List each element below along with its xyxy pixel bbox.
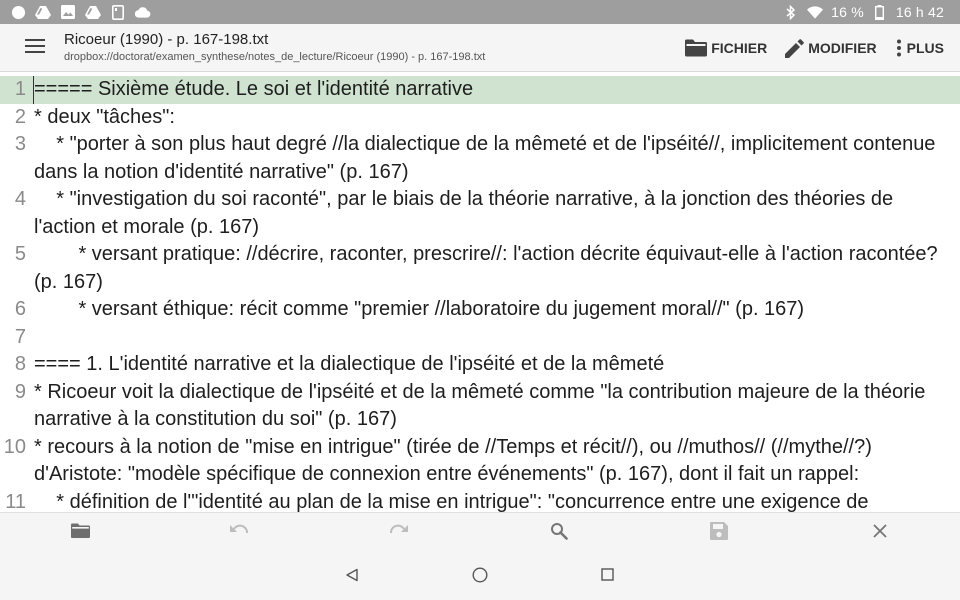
image-icon [60,4,76,20]
save-icon [710,521,728,545]
line-number: 7 [14,325,26,348]
more-button-label: PLUS [906,40,944,56]
menu-button[interactable] [22,36,48,60]
sd-card-icon [110,4,126,20]
cloud-icon [135,4,151,20]
battery-percent: 16 % [831,4,864,20]
line-text[interactable]: * Ricoeur voit la dialectique de l'ipséi… [34,379,960,434]
status-bar: 16 % 16 h 42 [0,0,960,24]
undo-icon [229,523,249,544]
line-text[interactable]: * définition de l'"identité au plan de l… [34,489,960,513]
undo-button[interactable] [228,522,250,544]
app-bar-actions: FICHIER MODIFIER PLUS [685,24,944,72]
edit-button[interactable]: MODIFIER [785,38,877,58]
bottom-toolbar [0,512,960,554]
editor-line[interactable]: 10 * recours à la notion de "mise en int… [0,434,960,489]
pencil-icon [785,38,805,58]
line-text[interactable]: * "investigation du soi raconté", par le… [34,186,960,241]
line-number: 1 [14,78,26,100]
line-number: 2 [14,105,26,128]
recents-square-icon [600,568,614,586]
back-button[interactable] [342,567,362,587]
editor-line[interactable]: 4 * "investigation du soi raconté", par … [0,186,960,241]
more-button[interactable]: PLUS [895,39,944,57]
recents-button[interactable] [597,567,617,587]
editor-line[interactable]: 7 [0,324,960,352]
line-text[interactable]: ===== Sixième étude. Le soi et l'identit… [33,76,960,104]
more-vert-icon [895,39,903,57]
document-title: Ricoeur (1990) - p. 167-198.txt [64,31,269,48]
system-navigation-bar [0,554,960,600]
editor-line[interactable]: 3 * "porter à son plus haut degré //la d… [0,131,960,186]
line-number: 11 [5,490,26,513]
save-button[interactable] [708,521,730,545]
line-number: 3 [14,133,26,155]
back-triangle-icon [345,568,359,587]
drive-icon [85,4,101,20]
line-number: 5 [14,243,26,265]
system-status: 16 % 16 h 42 [783,4,944,20]
folder-icon [685,39,708,57]
redo-icon [389,523,409,544]
editor-line[interactable]: 6 * versant éthique: récit comme "premie… [0,296,960,324]
edit-button-label: MODIFIER [808,40,877,56]
line-text[interactable]: * deux "tâches": [34,104,960,132]
editor-line[interactable]: 2 * deux "tâches": [0,104,960,132]
bluetooth-icon [783,4,799,20]
document-title-block: Ricoeur (1990) - p. 167-198.txt dropbox:… [64,30,485,64]
close-icon [873,523,887,543]
home-circle-icon [472,566,488,588]
line-number: 6 [14,298,26,320]
line-text[interactable]: * recours à la notion de "mise en intrig… [34,434,960,489]
line-number: 8 [14,353,26,375]
editor-line[interactable]: 9 * Ricoeur voit la dialectique de l'ips… [0,379,960,434]
line-text[interactable]: * "porter à son plus haut degré //la dia… [34,131,960,186]
search-button[interactable] [548,522,570,544]
close-button[interactable] [869,522,891,544]
line-text[interactable] [34,324,960,352]
line-text[interactable]: ==== 1. L'identité narrative et la diale… [34,351,960,379]
hamburger-menu-icon [25,38,45,58]
app-bar: Ricoeur (1990) - p. 167-198.txt dropbox:… [0,24,960,72]
open-folder-button[interactable] [69,522,91,544]
line-number: 4 [14,188,26,210]
drive-icon [35,4,51,20]
notification-icons [10,4,151,20]
circle-icon [10,4,26,20]
battery-icon [872,4,888,20]
text-editor[interactable]: 1 ===== Sixième étude. Le soi et l'ident… [0,76,960,512]
line-text[interactable]: * versant éthique: récit comme "premier … [34,296,960,324]
search-icon [550,522,568,545]
file-button[interactable]: FICHIER [685,39,767,57]
line-number: 10 [3,435,26,458]
clock: 16 h 42 [895,4,944,20]
document-path: dropbox://doctorat/examen_synthese/notes… [64,51,486,63]
editor-line[interactable]: 1 ===== Sixième étude. Le soi et l'ident… [0,76,960,104]
editor-line[interactable]: 11 * définition de l'"identité au plan d… [0,489,960,513]
line-number: 9 [14,380,26,403]
wifi-icon [807,4,824,20]
folder-icon [70,523,90,543]
line-text[interactable]: * versant pratique: //décrire, raconter,… [34,241,960,296]
editor-line[interactable]: 5 * versant pratique: //décrire, raconte… [0,241,960,296]
home-button[interactable] [470,566,490,588]
editor-line[interactable]: 8 ==== 1. L'identité narrative et la dia… [0,351,960,379]
file-button-label: FICHIER [711,40,768,56]
redo-button[interactable] [388,522,410,544]
